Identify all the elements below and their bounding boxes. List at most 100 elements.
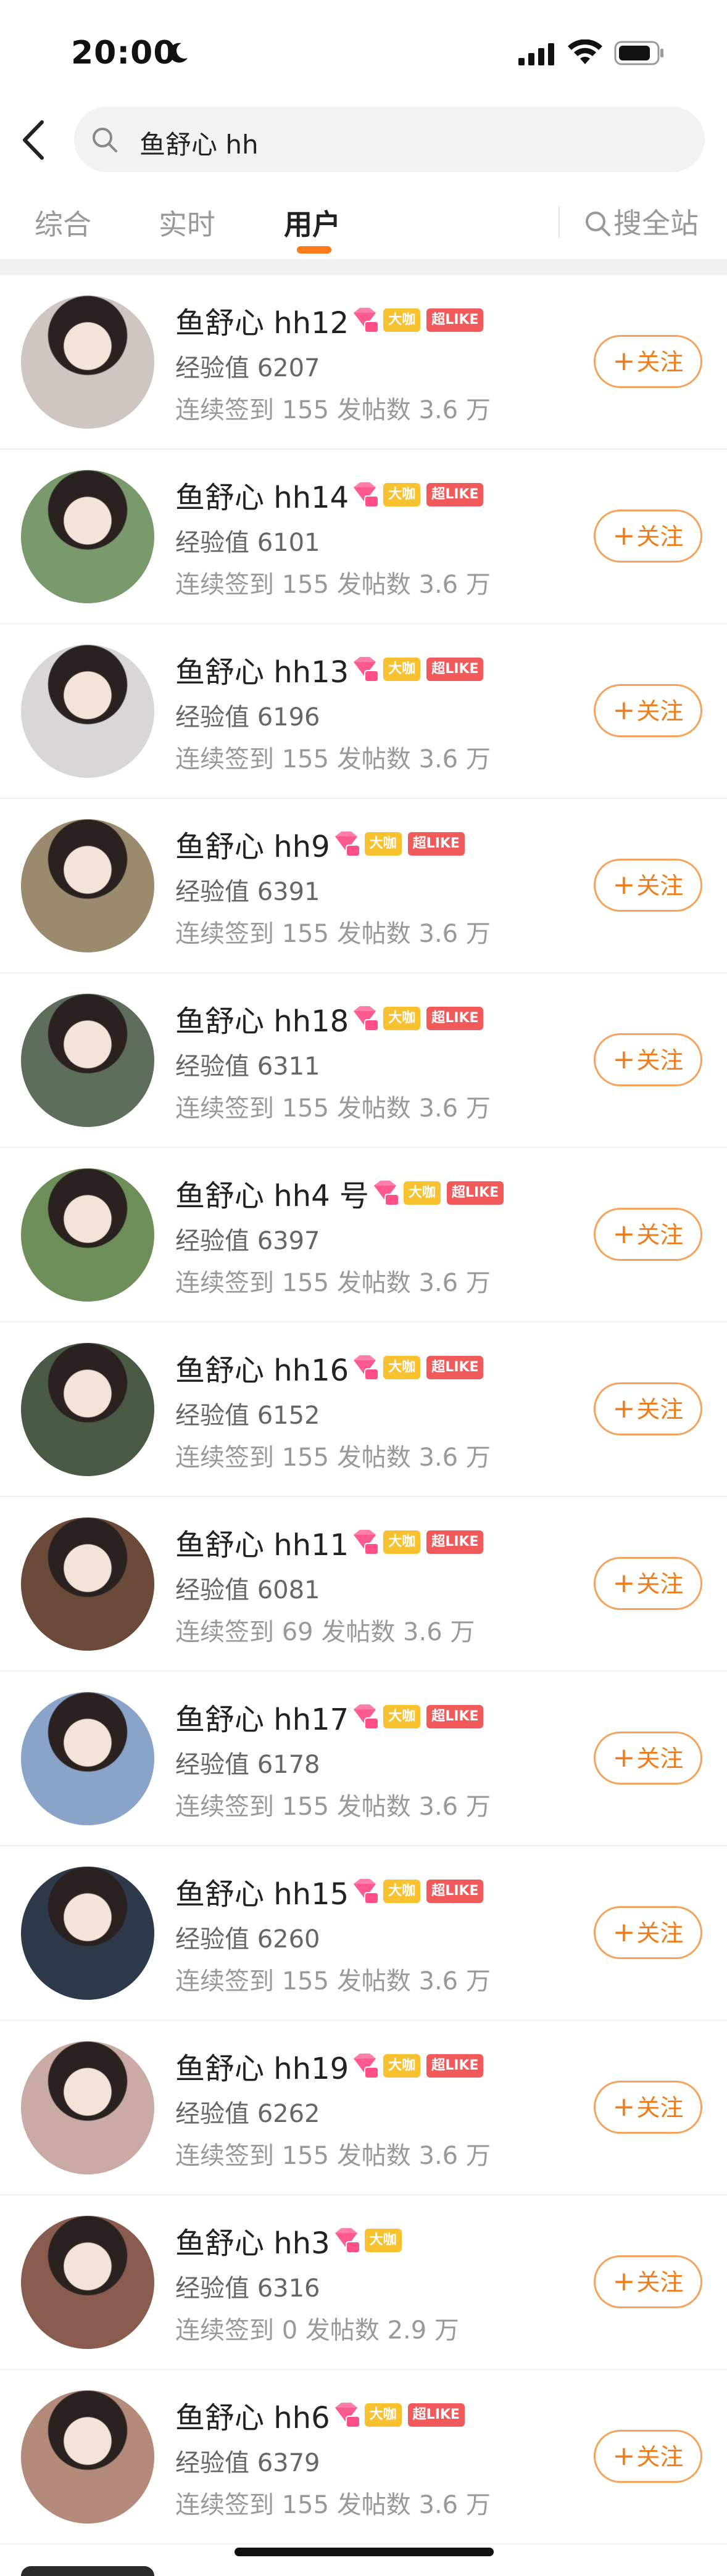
follow-button[interactable]: +关注 <box>594 510 702 563</box>
follow-button[interactable]: +关注 <box>594 2430 702 2483</box>
user-name[interactable]: 鱼舒心 hh17 <box>175 1703 349 1737</box>
user-list-item[interactable]: 鱼舒心 hh17 大咖 超LIKE 经验值 6178 连续签到 155 发帖数 3… <box>0 1672 727 1846</box>
tab-comprehensive[interactable]: 综合 <box>35 202 91 243</box>
user-list-item[interactable]: 鱼舒心 hh18 大咖 超LIKE 经验值 6311 连续签到 155 发帖数 3… <box>0 973 727 1148</box>
user-avatar[interactable] <box>21 1343 154 1476</box>
user-stats: 连续签到 155 发帖数 3.6 万 <box>175 396 491 424</box>
user-list-item[interactable]: 鱼舒心 hh12 大咖 超LIKE 经验值 6207 连续签到 155 发帖数 3… <box>0 275 727 450</box>
user-avatar[interactable] <box>21 1517 154 1651</box>
user-list-item[interactable]: 鱼舒心 hh6 大咖 超LIKE 经验值 6379 连续签到 155 发帖数 3.… <box>0 2370 727 2545</box>
follow-label: 关注 <box>636 872 684 899</box>
follow-button[interactable]: +关注 <box>594 859 702 912</box>
follow-label: 关注 <box>636 1920 684 1947</box>
follow-button[interactable]: +关注 <box>594 2255 702 2308</box>
user-list-item[interactable]: 鱼舒心 hh9 大咖 超LIKE 经验值 6391 连续签到 155 发帖数 3.… <box>0 799 727 973</box>
user-avatar[interactable] <box>21 2216 154 2349</box>
user-name[interactable]: 鱼舒心 hh6 <box>175 2401 330 2435</box>
follow-button[interactable]: +关注 <box>594 684 702 737</box>
badge-super-like: 超LIKE <box>426 658 484 681</box>
user-avatar[interactable] <box>21 645 154 778</box>
search-icon <box>586 212 610 236</box>
user-avatar[interactable] <box>21 1692 154 1825</box>
plus-icon: + <box>612 2266 636 2297</box>
user-list-item[interactable]: 鱼舒心 hh14 大咖 超LIKE 经验值 6101 连续签到 155 发帖数 3… <box>0 450 727 624</box>
tab-realtime[interactable]: 实时 <box>159 202 215 243</box>
follow-button[interactable]: +关注 <box>594 1382 702 1435</box>
tab-users[interactable]: 用户 <box>284 202 341 243</box>
user-name-line: 鱼舒心 hh19 大咖 超LIKE <box>175 2044 484 2087</box>
badge-super-like: 超LIKE <box>426 1007 484 1030</box>
follow-label: 关注 <box>636 2269 684 2296</box>
follow-label: 关注 <box>636 1745 684 1772</box>
badge-super-like: 超LIKE <box>426 1356 484 1379</box>
user-avatar[interactable] <box>21 1168 154 1302</box>
user-avatar[interactable] <box>21 819 154 952</box>
back-button[interactable] <box>19 118 49 162</box>
badge-super-like: 超LIKE <box>426 2054 484 2078</box>
wifi-icon <box>568 39 602 64</box>
badge-super-like: 超LIKE <box>426 1705 484 1728</box>
user-stats: 连续签到 155 发帖数 3.6 万 <box>175 1269 491 1297</box>
home-indicator[interactable] <box>235 2548 494 2556</box>
user-stats: 连续签到 155 发帖数 3.6 万 <box>175 2142 491 2170</box>
user-name-line: 鱼舒心 hh9 大咖 超LIKE <box>175 822 465 865</box>
follow-button[interactable]: +关注 <box>594 1208 702 1261</box>
follow-button[interactable]: +关注 <box>594 335 702 388</box>
user-name[interactable]: 鱼舒心 hh12 <box>175 306 349 341</box>
user-name[interactable]: 鱼舒心 hh14 <box>175 481 349 515</box>
follow-button[interactable]: +关注 <box>594 1732 702 1785</box>
user-name[interactable]: 鱼舒心 hh13 <box>175 655 349 690</box>
plus-icon: + <box>612 869 636 901</box>
follow-label: 关注 <box>636 1221 684 1249</box>
user-avatar[interactable] <box>21 2390 154 2524</box>
user-name[interactable]: 鱼舒心 hh18 <box>175 1004 349 1039</box>
diamond-level-icon <box>354 308 380 333</box>
badge-da-ka: 大咖 <box>383 1880 421 1903</box>
user-list-item[interactable]: 鱼舒心 hh3 大咖 经验值 6316 连续签到 0 发帖数 2.9 万 +关注 <box>0 2195 727 2370</box>
user-name[interactable]: 鱼舒心 hh9 <box>175 830 330 864</box>
user-avatar[interactable] <box>21 1867 154 2000</box>
user-name-line: 鱼舒心 hh18 大咖 超LIKE <box>175 997 484 1040</box>
user-list: 鱼舒心 hh12 大咖 超LIKE 经验值 6207 连续签到 155 发帖数 3… <box>0 275 727 2545</box>
cellular-signal-icon <box>518 43 554 65</box>
user-name[interactable]: 鱼舒心 hh15 <box>175 1877 349 1912</box>
user-list-item[interactable]: 鱼舒心 hh4 号 大咖 超LIKE 经验值 6397 连续签到 155 发帖数 … <box>0 1148 727 1323</box>
user-experience: 经验值 6101 <box>175 529 320 557</box>
user-list-item[interactable]: 鱼舒心 hh16 大咖 超LIKE 经验值 6152 连续签到 155 发帖数 3… <box>0 1323 727 1497</box>
user-list-item[interactable]: 鱼舒心 hh15 大咖 超LIKE 经验值 6260 连续签到 155 发帖数 3… <box>0 1846 727 2021</box>
user-list-item[interactable]: 鱼舒心 hh13 大咖 超LIKE 经验值 6196 连续签到 155 发帖数 3… <box>0 624 727 799</box>
user-stats: 连续签到 155 发帖数 3.6 万 <box>175 571 491 599</box>
user-experience: 经验值 6207 <box>175 354 320 382</box>
badge-super-like: 超LIKE <box>426 308 484 332</box>
follow-button[interactable]: +关注 <box>594 1557 702 1610</box>
badge-super-like: 超LIKE <box>426 1530 484 1554</box>
follow-button[interactable]: +关注 <box>594 2081 702 2134</box>
user-name[interactable]: 鱼舒心 hh19 <box>175 2052 349 2086</box>
badge-da-ka: 大咖 <box>364 2229 402 2252</box>
follow-button[interactable]: +关注 <box>594 1906 702 1959</box>
user-name-line: 鱼舒心 hh6 大咖 超LIKE <box>175 2393 465 2437</box>
search-input[interactable]: 鱼舒心 hh <box>74 107 705 172</box>
section-divider <box>0 259 727 275</box>
plus-icon: + <box>612 1218 636 1250</box>
user-name[interactable]: 鱼舒心 hh16 <box>175 1353 349 1388</box>
diamond-level-icon <box>354 1355 380 1381</box>
user-avatar[interactable] <box>21 994 154 1127</box>
user-avatar[interactable] <box>21 470 154 603</box>
search-whole-site-button[interactable]: 搜全站 <box>584 201 699 240</box>
follow-button[interactable]: +关注 <box>594 1033 702 1086</box>
user-name[interactable]: 鱼舒心 hh11 <box>175 1528 349 1563</box>
user-experience: 经验值 6391 <box>175 878 320 906</box>
diamond-level-icon <box>354 1530 380 1555</box>
user-name[interactable]: 鱼舒心 hh4 号 <box>175 1179 369 1213</box>
user-list-item[interactable]: 鱼舒心 hh11 大咖 超LIKE 经验值 6081 连续签到 69 发帖数 3.… <box>0 1497 727 1672</box>
diamond-level-icon <box>354 1879 380 1904</box>
battery-icon <box>614 41 663 65</box>
badge-super-like: 超LIKE <box>426 1880 484 1903</box>
user-avatar[interactable] <box>21 295 154 429</box>
user-avatar[interactable] <box>21 2041 154 2174</box>
user-list-item[interactable]: 鱼舒心 hh19 大咖 超LIKE 经验值 6262 连续签到 155 发帖数 3… <box>0 2021 727 2195</box>
user-name[interactable]: 鱼舒心 hh3 <box>175 2226 330 2261</box>
follow-label: 关注 <box>636 2094 684 2121</box>
search-icon <box>93 128 117 152</box>
